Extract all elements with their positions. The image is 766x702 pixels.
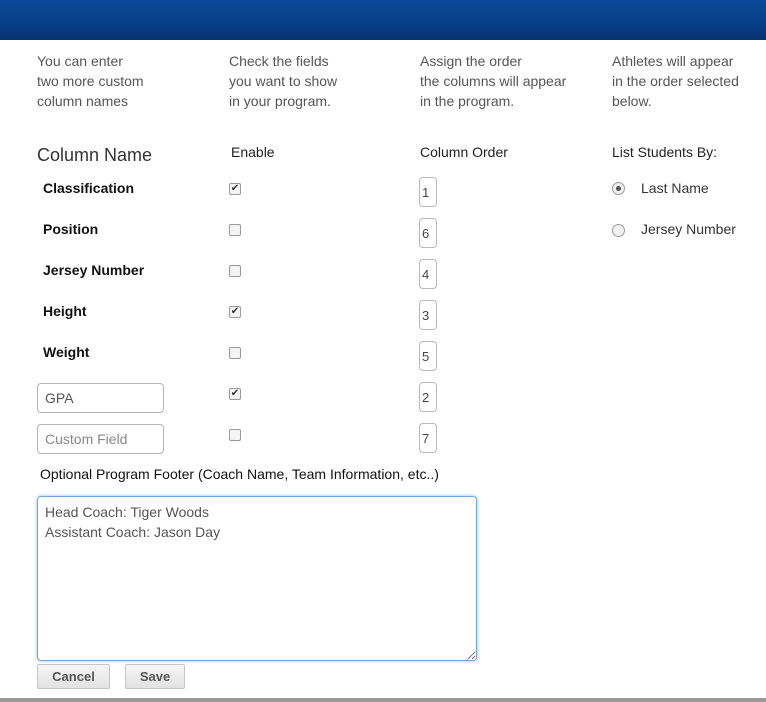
order-input-height[interactable]: 3 [419,300,437,330]
field-label-jersey-number: Jersey Number [43,262,145,278]
intro-custom-names: You can enter two more custom column nam… [37,53,144,109]
radio-label-jersey-number: Jersey Number [641,221,736,237]
cancel-button[interactable]: Cancel [37,664,110,689]
enable-header: Enable [231,144,275,160]
field-label-position: Position [43,221,99,237]
intro-athletes-order: Athletes will appear in the order select… [612,53,739,109]
order-input-custom-1[interactable]: 2 [419,382,437,412]
enable-checkbox-position[interactable] [229,224,241,236]
checkmark-icon: ✔ [230,388,240,399]
radio-label-last-name: Last Name [641,180,709,196]
checkmark-icon: ✔ [230,306,240,317]
column-name-header: Column Name [37,145,153,165]
enable-checkbox-jersey-number[interactable] [229,265,241,277]
radio-jersey-number[interactable] [612,224,625,237]
enable-checkbox-height[interactable]: ✔ [229,306,241,318]
intro-check-fields: Check the fields you want to show in you… [229,53,338,109]
custom-field-input-1[interactable] [37,383,164,413]
intro-assign-order: Assign the order the columns will appear… [420,53,567,109]
list-students-by-header: List Students By: [612,144,718,160]
enable-checkbox-custom-2[interactable] [229,429,241,441]
order-input-classification[interactable]: 1 [419,177,437,207]
order-input-weight[interactable]: 5 [419,341,437,371]
column-order-header: Column Order [420,144,508,160]
field-label-height: Height [43,303,87,319]
order-input-jersey-number[interactable]: 4 [419,259,437,289]
field-label-classification: Classification [43,180,135,196]
footer-label: Optional Program Footer (Coach Name, Tea… [40,466,439,482]
enable-checkbox-custom-1[interactable]: ✔ [229,388,241,400]
order-input-position[interactable]: 6 [419,218,437,248]
bottom-border [0,698,766,702]
top-header-bar [0,0,766,40]
order-input-custom-2[interactable]: 7 [419,423,437,453]
footer-textarea[interactable]: Head Coach: Tiger Woods Assistant Coach:… [37,496,477,661]
enable-checkbox-classification[interactable]: ✔ [229,183,241,195]
save-button[interactable]: Save [125,664,185,689]
radio-last-name[interactable] [612,182,625,195]
checkmark-icon: ✔ [230,183,240,194]
enable-checkbox-weight[interactable] [229,347,241,359]
field-label-weight: Weight [43,344,90,360]
custom-field-input-2[interactable] [37,424,164,454]
